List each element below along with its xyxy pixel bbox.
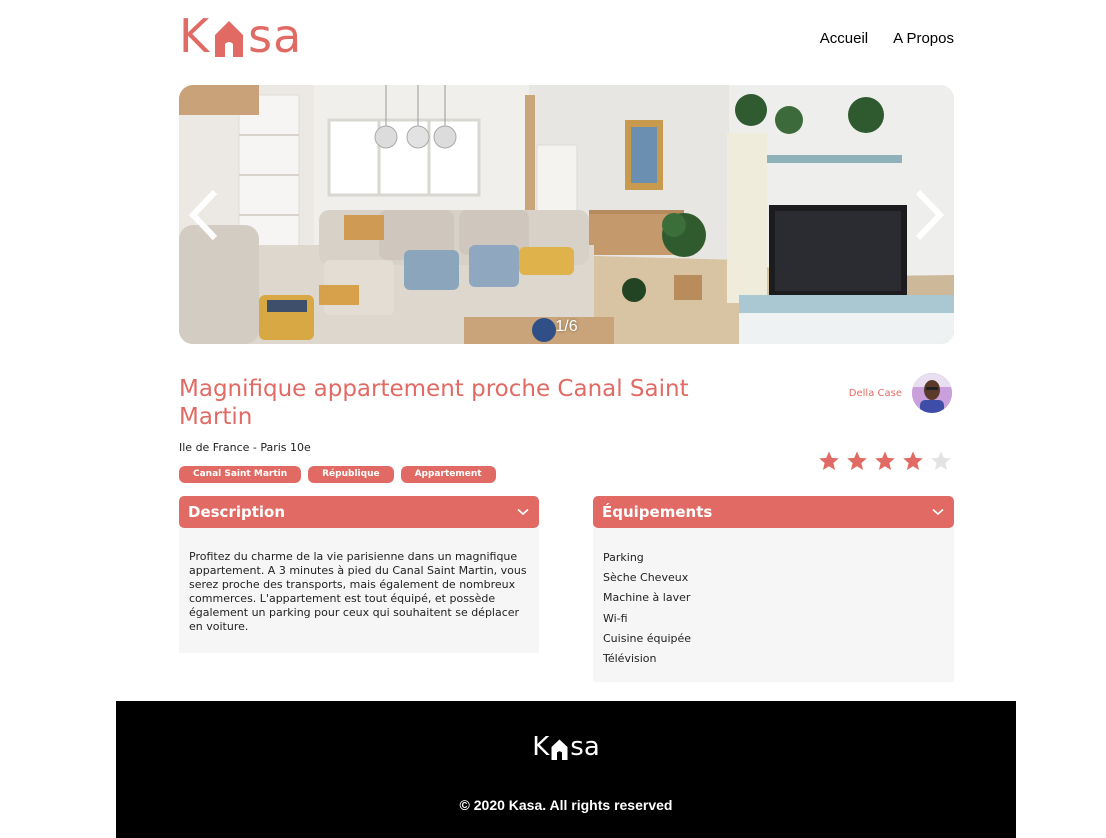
list-item: Télévision: [603, 652, 657, 666]
tag-republique: République: [308, 466, 394, 483]
star-icon-1: [819, 451, 839, 470]
chevron-down-icon[interactable]: [932, 508, 944, 516]
list-item: Wi-fi: [603, 611, 628, 625]
living-room-photo: [179, 85, 954, 344]
equipments-body: Parking Sèche Cheveux Machine à laver Wi…: [593, 528, 954, 682]
host-name: Della Case: [848, 387, 902, 399]
star-icon-4: [903, 451, 923, 470]
list-item: Machine à laver: [603, 591, 691, 605]
equipments-title: Équipements: [602, 503, 713, 521]
description-text: Profitez du charme de la vie parisienne …: [189, 550, 527, 633]
footer-logo-letters-sa: sa: [570, 732, 600, 762]
rating-stars: [818, 450, 952, 472]
main-nav: Accueil A Propos: [820, 30, 954, 47]
footer-logo-letter-k: K: [532, 732, 550, 762]
logo-letter-k: K: [179, 9, 211, 63]
list-item: Parking: [603, 551, 644, 564]
nav-link-a-propos[interactable]: A Propos: [893, 30, 954, 47]
kasa-logo[interactable]: K sa: [179, 12, 302, 60]
copyright-text: © 2020 Kasa. All rights reserved: [459, 797, 673, 813]
list-item: Sèche Cheveux: [603, 571, 689, 585]
host-avatar: [912, 373, 952, 413]
host-info: Della Case: [849, 373, 952, 413]
nav-link-accueil[interactable]: Accueil: [820, 30, 868, 47]
tag-canal-saint-martin: Canal Saint Martin: [179, 466, 302, 483]
equipments-collapse: Équipements Parking Sèche Cheveux Machin…: [593, 496, 954, 682]
footer: K sa © 2020 Kasa. All rights reserved: [116, 701, 1016, 838]
next-image-arrow[interactable]: [912, 188, 948, 242]
logo-letters-sa: sa: [248, 9, 303, 63]
footer-logo: K sa: [116, 733, 1016, 761]
list-item: Cuisine équipée: [603, 631, 692, 645]
description-collapse: Description Profitez du charme de la vie…: [179, 496, 539, 653]
tag-appartement: Appartement: [400, 466, 496, 483]
header: K sa Accueil A Propos: [179, 12, 954, 64]
chevron-down-icon[interactable]: [517, 508, 529, 516]
equipments-toggle[interactable]: Équipements: [593, 496, 954, 528]
tag-list: Canal Saint Martin République Appartemen…: [179, 466, 496, 483]
house-icon: [551, 739, 568, 760]
listing-title: Magnifique appartement proche Canal Sain…: [179, 376, 689, 430]
star-icon-3: [875, 451, 895, 470]
description-title: Description: [188, 503, 286, 521]
photo-carousel: 1/6: [179, 85, 954, 344]
star-icon-5: [931, 451, 951, 470]
image-counter: 1/6: [555, 318, 578, 335]
star-icon-2: [847, 451, 867, 470]
equipment-list: Parking Sèche Cheveux Machine à laver Wi…: [603, 548, 944, 669]
description-body: Profitez du charme de la vie parisienne …: [179, 528, 539, 653]
description-toggle[interactable]: Description: [179, 496, 539, 528]
listing-location: Ile de France - Paris 10e: [179, 441, 311, 454]
house-icon: [215, 21, 244, 57]
previous-image-arrow[interactable]: [185, 188, 221, 242]
